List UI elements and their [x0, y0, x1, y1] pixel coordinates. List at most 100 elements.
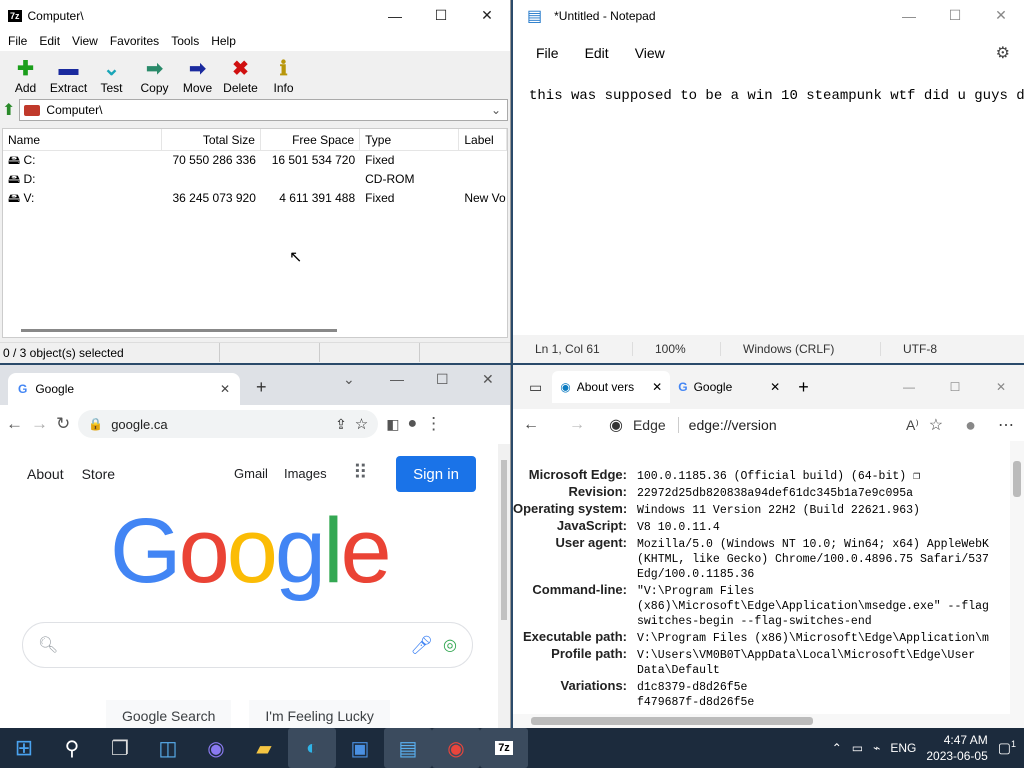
side-panel-icon[interactable]: ◧ [386, 416, 399, 433]
widgets-button[interactable]: ◫ [144, 728, 192, 768]
tab-google[interactable]: G Google ✕ [8, 373, 240, 405]
site-identity[interactable]: Edge [633, 417, 679, 433]
menu-view[interactable]: View [622, 45, 678, 61]
share-icon[interactable]: ⇪ [335, 416, 347, 433]
file-explorer-button[interactable]: ▰ [240, 728, 288, 768]
task-view-button[interactable]: ❐ [96, 728, 144, 768]
new-tab-icon[interactable]: + [256, 377, 267, 398]
minimize-button[interactable]: — [886, 0, 932, 31]
vertical-scrollbar[interactable] [1010, 441, 1024, 714]
language-indicator[interactable]: ENG [890, 741, 916, 755]
notification-icon[interactable]: ▢1 [998, 739, 1016, 757]
menu-help[interactable]: Help [205, 34, 242, 48]
about-link[interactable]: About [27, 466, 64, 482]
edge-taskbar-button[interactable]: ◐ [288, 728, 336, 768]
notepad-text-area[interactable]: this was supposed to be a win 10 steampu… [529, 88, 1024, 104]
store-button[interactable]: ▣ [336, 728, 384, 768]
delete-button[interactable]: ✖ Delete [219, 51, 262, 97]
close-button[interactable]: ✕ [482, 371, 494, 388]
chat-button[interactable]: ◉ [192, 728, 240, 768]
notepad-titlebar[interactable]: ▤ *Untitled - Notepad — ☐ ✕ [513, 0, 1024, 31]
horizontal-scrollbar[interactable] [513, 714, 1024, 728]
display-icon[interactable]: ▭ [852, 741, 863, 755]
sevenzip-taskbar-button[interactable]: 7z [480, 728, 528, 768]
maximize-button[interactable]: ☐ [932, 380, 978, 394]
gmail-link[interactable]: Gmail [234, 466, 268, 481]
maximize-button[interactable]: ☐ [436, 371, 449, 388]
add-favorite-icon[interactable]: ☆ [929, 415, 943, 435]
close-button[interactable]: ✕ [464, 0, 510, 31]
profile-avatar[interactable]: ● [965, 415, 976, 436]
menu-dots-icon[interactable]: ⋯ [998, 415, 1014, 435]
scrollbar-thumb[interactable] [531, 717, 813, 725]
menu-dots-icon[interactable]: ⋮ [425, 414, 442, 434]
extract-button[interactable]: ▬ Extract [47, 51, 90, 97]
forward-arrow-icon[interactable]: → [569, 416, 585, 434]
settings-gear-icon[interactable]: ⚙ [983, 43, 1024, 63]
reload-icon[interactable]: ↻ [56, 414, 70, 434]
scrollbar-thumb[interactable] [1013, 461, 1021, 497]
menu-view[interactable]: View [66, 34, 104, 48]
col-type[interactable]: Type [360, 129, 460, 150]
maximize-button[interactable]: ☐ [418, 0, 464, 31]
address-bar[interactable]: 🔒 google.ca ⇪ ☆ [78, 410, 379, 438]
feeling-lucky-button[interactable]: I'm Feeling Lucky [249, 700, 390, 728]
store-link[interactable]: Store [82, 466, 115, 482]
tab-actions-icon[interactable]: ▭ [529, 379, 542, 396]
images-link[interactable]: Images [284, 466, 327, 481]
scrollbar-thumb[interactable] [501, 460, 507, 620]
col-total-size[interactable]: Total Size [162, 129, 261, 150]
new-tab-icon[interactable]: + [798, 377, 809, 398]
horizontal-scrollbar[interactable] [21, 329, 337, 332]
menu-favorites[interactable]: Favorites [104, 34, 165, 48]
star-icon[interactable]: ☆ [355, 415, 368, 433]
col-label[interactable]: Label [459, 129, 508, 150]
url-text[interactable]: edge://version [689, 417, 896, 433]
tab-google[interactable]: G Google ✕ [670, 371, 788, 403]
google-search-button[interactable]: Google Search [106, 700, 232, 728]
col-name[interactable]: Name [3, 129, 162, 150]
forward-arrow-icon[interactable]: → [31, 414, 48, 434]
close-tab-icon[interactable]: ✕ [652, 380, 662, 394]
test-button[interactable]: ⌄ Test [90, 51, 133, 97]
read-aloud-icon[interactable]: A⁾ [906, 417, 919, 434]
close-tab-icon[interactable]: ✕ [770, 380, 780, 394]
chevron-down-icon[interactable]: ⌄ [491, 103, 507, 117]
back-arrow-icon[interactable]: ← [6, 414, 23, 434]
info-button[interactable]: ℹ Info [262, 51, 305, 97]
chrome-taskbar-button[interactable]: ◉ [432, 728, 480, 768]
apps-grid-icon[interactable]: ⠿ [353, 460, 368, 485]
clock[interactable]: 4:47 AM 2023-06-05 [926, 732, 987, 764]
google-search-box[interactable]: 🔍︎ 🎤︎ ◎ [22, 622, 473, 668]
lens-camera-icon[interactable]: ◎ [443, 635, 457, 655]
copy-button[interactable]: ➡ Copy [133, 51, 176, 97]
table-row[interactable]: 🖴 D: CD-ROM [3, 170, 507, 189]
back-arrow-icon[interactable]: ← [523, 416, 539, 434]
close-button[interactable]: ✕ [978, 0, 1024, 31]
profile-avatar[interactable]: ● [407, 415, 417, 433]
sevenzip-titlebar[interactable]: 7z Computer\ — ☐ ✕ [0, 0, 510, 31]
notepad-taskbar-button[interactable]: ▤ [384, 728, 432, 768]
close-button[interactable]: ✕ [978, 380, 1024, 394]
menu-file[interactable]: File [523, 45, 572, 61]
table-row[interactable]: 🖴 V: 36 245 073 920 4 611 391 488 Fixed … [3, 189, 507, 208]
start-button[interactable]: ⊞ [0, 728, 48, 768]
col-free-space[interactable]: Free Space [261, 129, 361, 150]
menu-edit[interactable]: Edit [572, 45, 622, 61]
minimize-button[interactable]: — [372, 0, 418, 31]
minimize-button[interactable]: — [886, 380, 932, 394]
close-tab-icon[interactable]: ✕ [220, 382, 230, 396]
chevron-up-icon[interactable]: ⌃ [832, 741, 842, 755]
maximize-button[interactable]: ☐ [932, 0, 978, 31]
tab-about-version[interactable]: ◉ About vers ✕ [552, 371, 671, 403]
menu-edit[interactable]: Edit [33, 34, 66, 48]
network-icon[interactable]: ⌁ [873, 741, 880, 755]
add-button[interactable]: ✚ Add [4, 51, 47, 97]
sign-in-button[interactable]: Sign in [396, 456, 476, 492]
menu-tools[interactable]: Tools [165, 34, 205, 48]
search-button[interactable]: ⚲ [48, 728, 96, 768]
table-row[interactable]: 🖴 C: 70 550 286 336 16 501 534 720 Fixed [3, 151, 507, 170]
tab-search-chevron-icon[interactable]: ⌄ [343, 371, 355, 388]
vertical-scrollbar[interactable] [498, 444, 510, 728]
menu-file[interactable]: File [2, 34, 33, 48]
